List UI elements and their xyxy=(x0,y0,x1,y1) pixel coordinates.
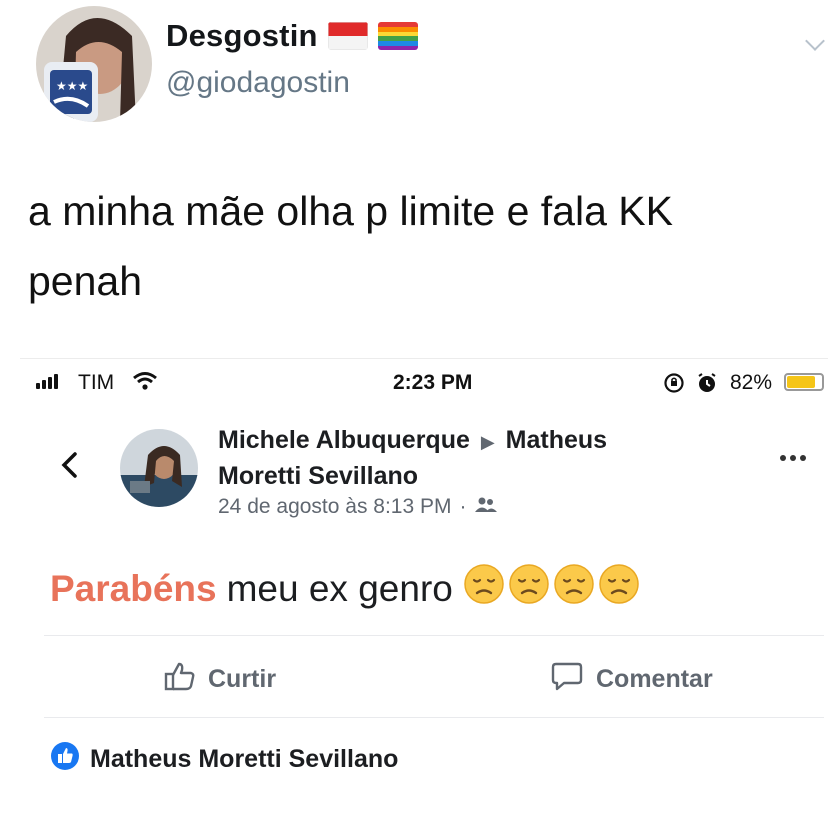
like-label: Curtir xyxy=(208,665,277,693)
chevron-down-icon[interactable] xyxy=(805,31,825,51)
emoji-group xyxy=(463,563,640,614)
user-handle[interactable]: @giodagostin xyxy=(166,66,350,100)
disappointed-face-icon xyxy=(553,563,595,614)
triangle-right-icon: ▶ xyxy=(480,432,495,452)
indonesia-flag-icon xyxy=(327,22,368,50)
status-bar: TIM 2:23 PM 82% xyxy=(20,359,828,407)
like-reaction-icon xyxy=(50,741,80,778)
carrier-name: TIM xyxy=(78,371,115,394)
post-author-avatar[interactable] xyxy=(120,429,198,507)
display-name[interactable]: Desgostin xyxy=(166,18,318,54)
status-time: 2:23 PM xyxy=(393,371,473,394)
battery-icon xyxy=(784,373,824,391)
comment-button[interactable]: Comentar xyxy=(550,661,713,698)
comment-icon xyxy=(550,661,584,698)
post-author-name[interactable]: Michele Albuquerque xyxy=(218,426,470,454)
wifi-icon xyxy=(132,371,158,396)
post-target-name-part: Matheus xyxy=(505,426,608,454)
display-name-row: Desgostin xyxy=(166,18,418,54)
profile-avatar[interactable]: ★★★ xyxy=(36,6,152,122)
post-text-highlight: Parabéns xyxy=(50,567,217,609)
divider xyxy=(44,717,824,718)
alarm-icon xyxy=(696,372,718,399)
signal-strength-icon xyxy=(36,374,58,389)
tweet-text: a minha mãe olha p limite e fala KK pena… xyxy=(28,176,788,316)
thumbs-up-icon xyxy=(164,661,196,698)
tweet-text-line: a minha mãe olha p limite e fala KK xyxy=(28,188,673,234)
meta-separator: · xyxy=(459,495,467,518)
rotation-lock-icon xyxy=(663,372,685,399)
disappointed-face-icon xyxy=(463,563,505,614)
post-body: Parabéns meu ex genro xyxy=(50,563,640,614)
svg-text:★★★: ★★★ xyxy=(56,79,88,93)
post-header: Michele Albuquerque ▶ Matheus Moretti Sev… xyxy=(218,423,688,493)
liker-name: Matheus Moretti Sevillano xyxy=(90,745,399,773)
embedded-screenshot: TIM 2:23 PM 82% Michele Albuquerque ▶ Ma… xyxy=(20,358,828,817)
divider xyxy=(44,635,824,636)
disappointed-face-icon xyxy=(508,563,550,614)
post-text: meu ex genro xyxy=(226,567,453,609)
battery-percent: 82% xyxy=(730,371,773,394)
post-timestamp[interactable]: 24 de agosto às 8:13 PM xyxy=(218,495,452,519)
tweet-text-line: penah xyxy=(28,258,143,304)
friends-icon xyxy=(474,495,497,519)
post-target-name-part: Moretti Sevillano xyxy=(218,462,419,490)
comment-label: Comentar xyxy=(596,665,713,693)
post-meta: 24 de agosto às 8:13 PM · xyxy=(218,495,497,519)
rainbow-flag-icon xyxy=(377,22,418,50)
back-chevron-icon[interactable] xyxy=(60,451,78,484)
more-options-icon[interactable] xyxy=(780,455,806,461)
disappointed-face-icon xyxy=(598,563,640,614)
reaction-summary[interactable]: Matheus Moretti Sevillano xyxy=(50,741,398,778)
like-button[interactable]: Curtir xyxy=(164,661,276,698)
battery-level xyxy=(787,376,815,388)
